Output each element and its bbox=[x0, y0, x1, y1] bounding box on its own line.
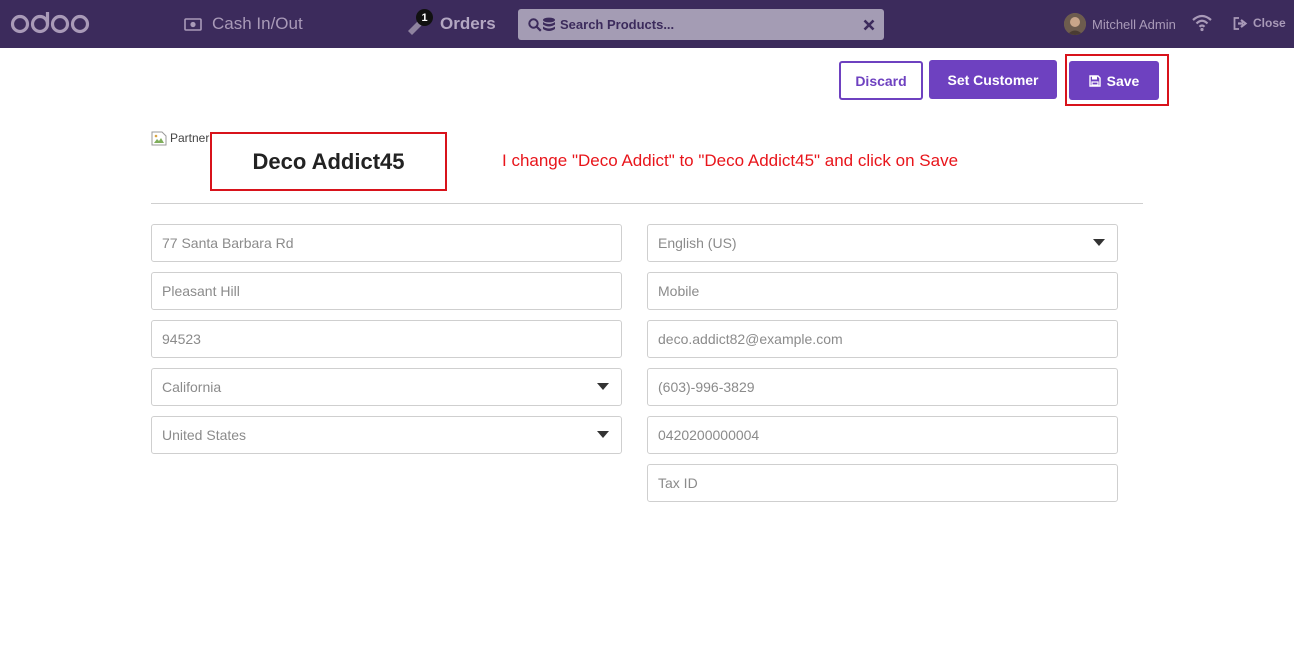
set-customer-button[interactable]: Set Customer bbox=[929, 60, 1057, 99]
search-input[interactable] bbox=[560, 17, 856, 32]
close-icon[interactable] bbox=[862, 18, 876, 32]
cash-in-out-button[interactable]: Cash In/Out bbox=[184, 12, 303, 36]
close-button[interactable]: Close bbox=[1233, 14, 1286, 32]
phone-value: (603)-996-3829 bbox=[658, 379, 755, 395]
orders-label: Orders bbox=[440, 14, 496, 33]
barcode-value: 0420200000004 bbox=[658, 427, 760, 443]
top-bar: Cash In/Out 1 Orders Search Products... … bbox=[0, 0, 1294, 48]
country-value: United States bbox=[162, 427, 247, 443]
street-value: 77 Santa Barbara Rd bbox=[162, 235, 294, 251]
tax-id-field[interactable] bbox=[647, 464, 1118, 502]
partner-name-value: Deco Addict45 bbox=[252, 148, 405, 174]
tax-id-input[interactable] bbox=[658, 475, 1105, 491]
street-field[interactable]: 77 Santa Barbara Rd bbox=[151, 224, 622, 262]
close-label: Close bbox=[1253, 16, 1286, 30]
partner-image-alt: Partner bbox=[170, 131, 210, 145]
country-select[interactable]: United States bbox=[151, 416, 622, 454]
city-value: Pleasant Hill bbox=[162, 283, 240, 299]
partner-name-field[interactable]: Deco Addict45 bbox=[210, 132, 447, 191]
caret-down-icon bbox=[597, 431, 609, 438]
save-label: Save bbox=[1106, 72, 1140, 89]
cash-in-out-label: Cash In/Out bbox=[212, 14, 303, 33]
state-select[interactable]: California bbox=[151, 368, 622, 406]
zip-field[interactable]: 94523 bbox=[151, 320, 622, 358]
email-value: deco.addict82@example.com bbox=[658, 331, 843, 347]
broken-image-icon bbox=[151, 131, 167, 145]
discard-button[interactable]: Discard bbox=[839, 61, 923, 100]
sign-out-icon bbox=[1233, 16, 1248, 30]
orders-count-badge: 1 bbox=[416, 9, 433, 26]
partner-image[interactable]: Partner bbox=[151, 130, 209, 146]
floppy-disk-icon bbox=[1088, 74, 1101, 87]
orders-button[interactable]: 1 Orders bbox=[406, 9, 496, 38]
wifi-icon bbox=[1192, 14, 1212, 32]
avatar bbox=[1064, 13, 1086, 35]
language-select[interactable]: English (US) bbox=[647, 224, 1118, 262]
city-field[interactable]: Pleasant Hill bbox=[151, 272, 622, 310]
caret-down-icon bbox=[1093, 239, 1105, 246]
email-field[interactable]: deco.addict82@example.com bbox=[647, 320, 1118, 358]
save-button[interactable]: Save bbox=[1069, 61, 1159, 100]
mobile-field[interactable] bbox=[647, 272, 1118, 310]
money-icon bbox=[184, 17, 202, 31]
search-bar bbox=[518, 9, 884, 40]
database-icon bbox=[543, 17, 555, 31]
barcode-field[interactable]: 0420200000004 bbox=[647, 416, 1118, 454]
language-value: English (US) bbox=[658, 235, 737, 251]
caret-down-icon bbox=[597, 383, 609, 390]
user-menu[interactable]: Mitchell Admin bbox=[1064, 12, 1176, 36]
divider bbox=[151, 203, 1143, 204]
odoo-logo bbox=[10, 12, 90, 34]
search-icon bbox=[528, 17, 542, 32]
state-value: California bbox=[162, 379, 222, 395]
mobile-input[interactable] bbox=[658, 283, 1105, 299]
ticket-icon: 1 bbox=[406, 9, 433, 35]
user-name: Mitchell Admin bbox=[1092, 16, 1176, 32]
annotation-text: I change "Deco Addict" to "Deco Addict45… bbox=[502, 151, 959, 170]
phone-field[interactable]: (603)-996-3829 bbox=[647, 368, 1118, 406]
zip-value: 94523 bbox=[162, 331, 201, 347]
